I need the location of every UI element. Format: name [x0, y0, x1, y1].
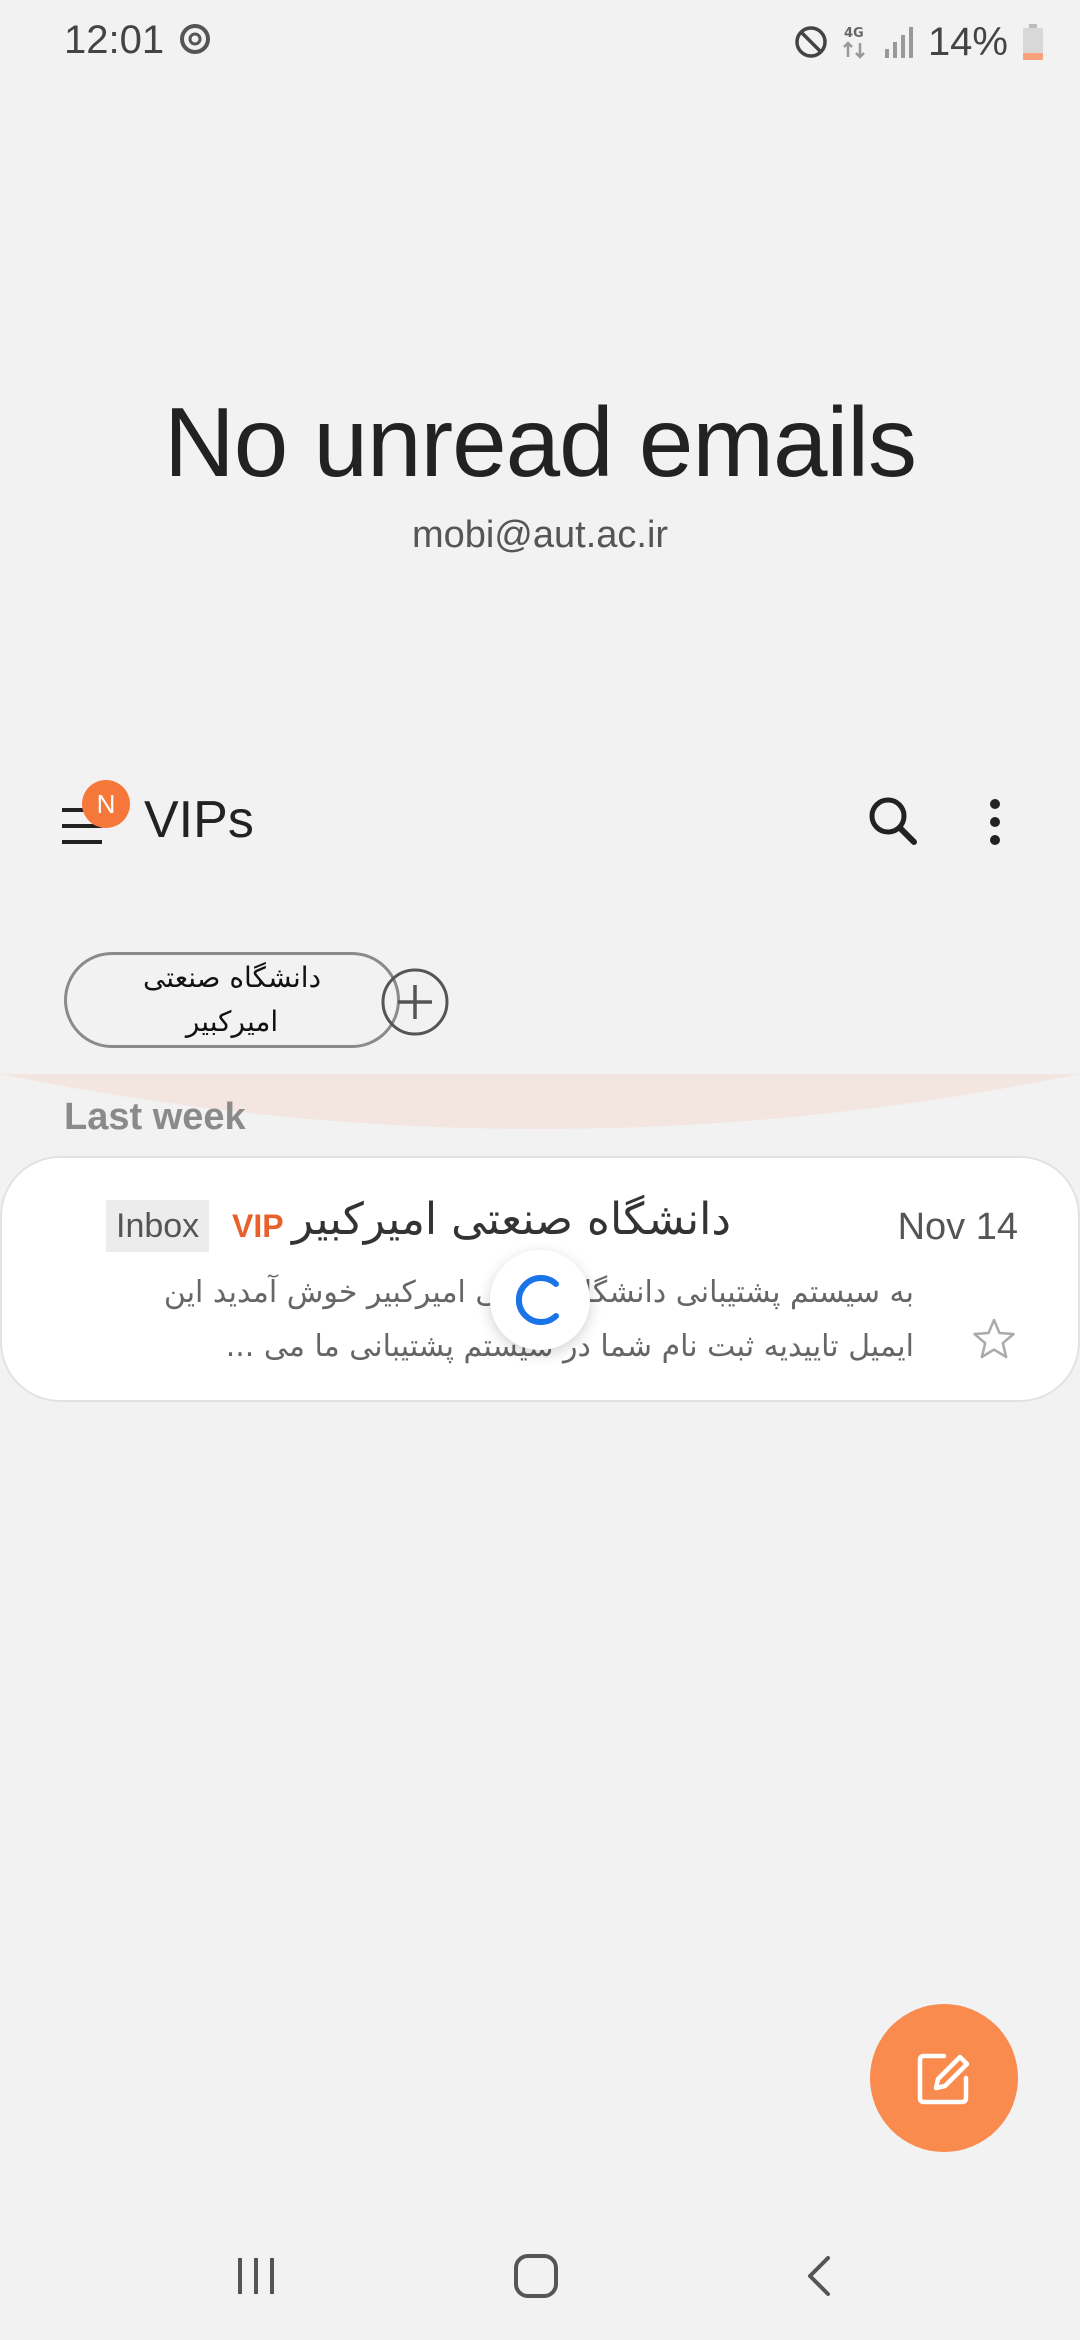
more-vert-icon[interactable]	[970, 790, 1020, 852]
network-label: 4G	[844, 26, 864, 41]
page-title: VIPs	[144, 791, 254, 849]
vip-tag: VIP	[232, 1208, 284, 1244]
battery-percent: 14%	[927, 19, 1008, 64]
do-not-disturb-icon	[795, 26, 827, 58]
account-email: mobi@aut.ac.ir	[411, 514, 669, 556]
spinner-icon	[515, 1275, 559, 1325]
compose-button[interactable]	[870, 2004, 1018, 2152]
signal-icon	[884, 27, 913, 58]
folder-tag: Inbox	[106, 1200, 210, 1252]
status-time: 12:01	[64, 18, 165, 62]
notification-badge: N	[82, 780, 130, 828]
recents-icon[interactable]	[232, 2256, 282, 2296]
no-unread-title: No unread emails	[163, 387, 917, 497]
home-icon[interactable]	[512, 2252, 560, 2300]
vip-chip[interactable]: دانشگاه صنعتی امیرکبیر	[64, 952, 400, 1048]
menu-button[interactable]: N	[58, 780, 138, 860]
network-4g-icon: 4G	[843, 26, 865, 59]
add-vip-button[interactable]	[380, 967, 450, 1037]
email-date: Nov 14	[897, 1206, 1018, 1248]
star-icon[interactable]	[970, 1316, 1018, 1364]
compose-icon	[917, 2053, 970, 2105]
search-icon[interactable]	[862, 790, 924, 852]
section-label: Last week	[64, 1096, 246, 1138]
email-sender: دانشگاه صنعتی امیرکبیر	[292, 1194, 731, 1245]
sync-icon	[180, 24, 210, 54]
vip-chip-label: دانشگاه صنعتی امیرکبیر	[142, 961, 322, 1038]
loading-spinner	[490, 1250, 590, 1350]
battery-icon	[1023, 24, 1043, 60]
status-icons: 4G 14%	[794, 18, 1044, 66]
back-icon[interactable]	[800, 2252, 836, 2300]
